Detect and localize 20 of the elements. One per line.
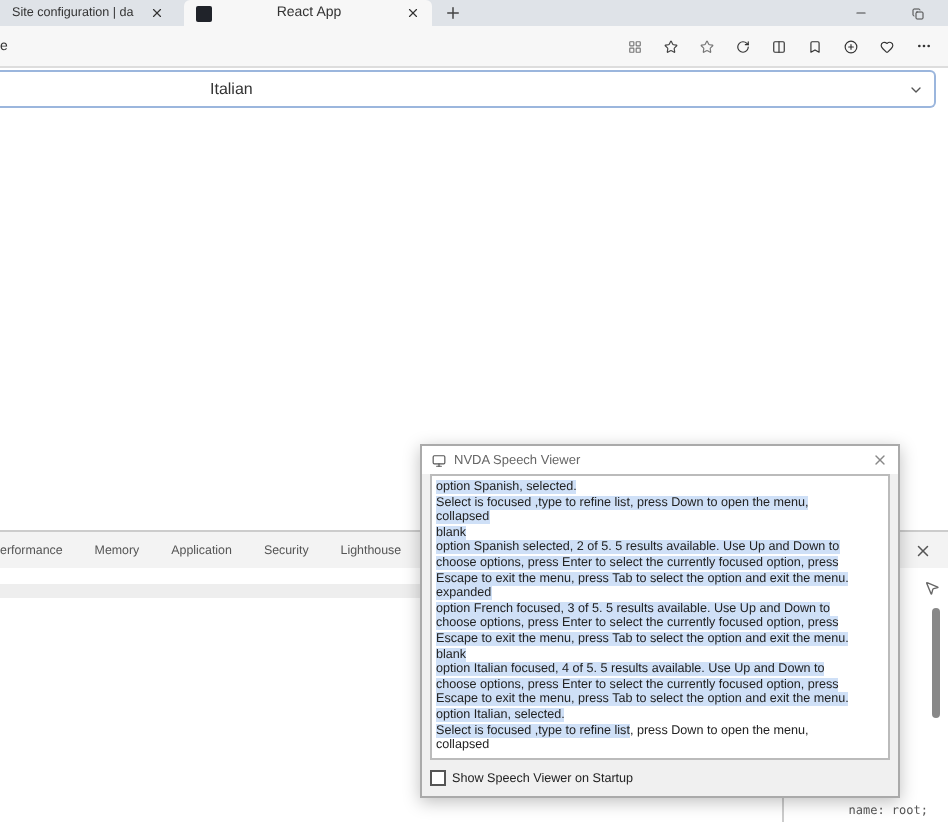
star-icon[interactable]	[664, 39, 678, 53]
speech-text-area[interactable]	[430, 474, 890, 760]
refresh-icon[interactable]	[736, 39, 750, 53]
window-icon	[432, 453, 446, 467]
new-tab-icon[interactable]	[444, 4, 462, 22]
close-icon[interactable]	[914, 541, 932, 559]
bookmark-icon[interactable]	[808, 39, 822, 53]
cursor-icon[interactable]	[924, 580, 940, 596]
heart-icon[interactable]	[880, 39, 894, 53]
collections-icon[interactable]	[844, 39, 858, 53]
checkbox[interactable]	[430, 770, 446, 786]
react-logo-icon	[196, 5, 212, 21]
close-icon[interactable]	[406, 6, 420, 20]
restore-icon[interactable]	[912, 7, 924, 19]
language-select[interactable]: Italian	[0, 70, 936, 108]
split-view-icon[interactable]	[772, 39, 786, 53]
scrollbar-thumb[interactable]	[932, 608, 940, 718]
grid-icon[interactable]	[628, 39, 642, 53]
close-icon[interactable]	[150, 6, 164, 20]
favorite-icon[interactable]	[700, 39, 714, 53]
